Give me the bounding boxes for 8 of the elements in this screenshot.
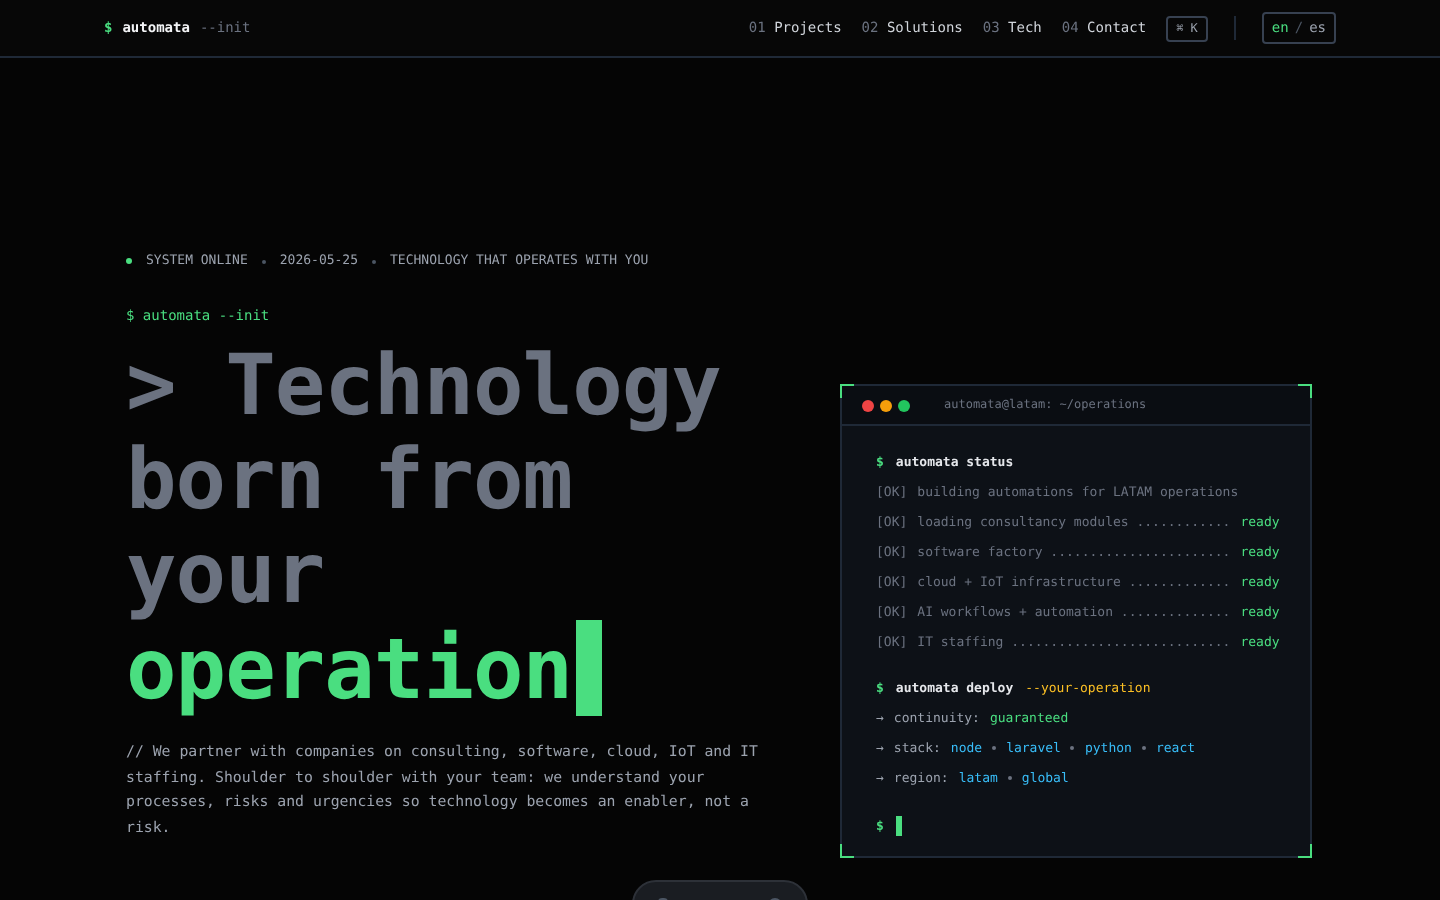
headline-line: your: [126, 526, 325, 621]
headline-line: born from: [126, 432, 573, 527]
block-cursor: [576, 620, 603, 717]
headline-line: > Technology: [126, 338, 721, 433]
corner-bracket: [840, 844, 854, 858]
headline-highlight: operation: [126, 621, 573, 716]
text-cursor: [895, 816, 902, 836]
corner-bracket: [1298, 844, 1312, 858]
